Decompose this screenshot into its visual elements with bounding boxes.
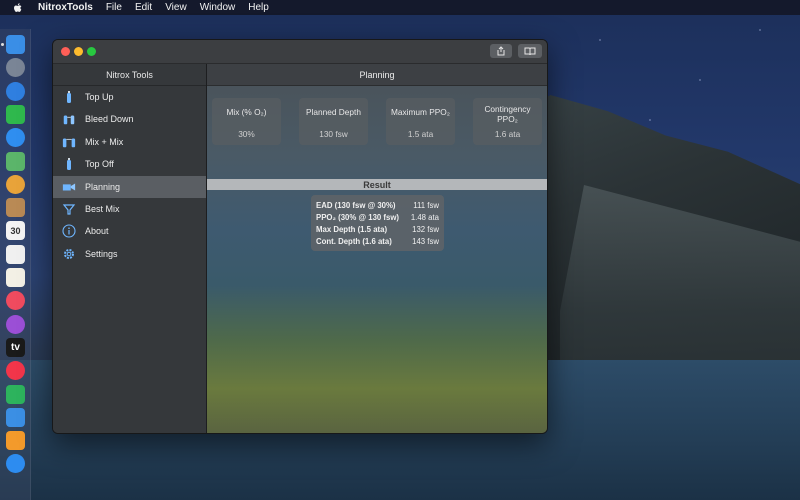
help-book-button[interactable] [518,44,542,58]
contingency-ppo2-label: Contingency PPO₂ [484,104,531,124]
tank-up-icon [62,90,76,104]
tv-label: tv [11,341,20,353]
menu-bar: NitroxTools File Edit View Window Help [0,0,800,15]
sidebar-item-label: Mix + Mix [85,136,124,147]
cont-depth-value: 143 fsw [412,237,439,246]
gear-icon [62,247,76,261]
result-panel: EAD (130 fsw @ 30%) 111 fsw PPO₂ (30% @ … [311,195,444,251]
result-header: Result [207,179,547,190]
news-icon[interactable] [6,361,25,381]
running-indicator [1,43,4,46]
calendar-icon[interactable]: 30 [6,221,25,241]
dock: 30 tv [0,29,31,500]
sidebar-item-bleed-down[interactable]: Bleed Down [53,108,206,130]
planned-depth-label: Planned Depth [306,107,361,117]
app-store-icon[interactable] [6,454,25,474]
planning-pane: Planning Mix (% O₂) 30% Planned Depth 13… [207,64,547,433]
finder-icon[interactable] [6,35,25,54]
sidebar-item-about[interactable]: About [53,220,206,242]
sidebar-item-top-up[interactable]: Top Up [53,86,206,108]
mix-card-value: 30% [238,129,255,139]
messages-icon[interactable] [6,128,25,148]
sidebar-item-label: Bleed Down [85,114,134,125]
menu-window[interactable]: Window [200,2,236,13]
menu-help[interactable]: Help [248,2,269,13]
launchpad-icon[interactable] [6,58,25,78]
sidebar-item-label: Planning [85,181,121,192]
contingency-ppo2-value: 1.6 ata [494,129,521,139]
sidebar-item-planning[interactable]: Planning [53,175,206,198]
minimize-window-button[interactable] [74,47,83,56]
photos-icon[interactable] [6,174,25,194]
info-icon [62,224,76,238]
result-row: Cont. Depth (1.6 ata) 143 fsw [316,237,439,246]
keynote-icon[interactable] [6,407,25,427]
cont-depth-label: Cont. Depth (1.6 ata) [316,237,392,246]
tv-icon[interactable]: tv [6,337,25,357]
planned-depth-card[interactable]: Planned Depth 130 fsw [299,98,368,145]
sidebar-item-settings[interactable]: Settings [53,243,206,265]
result-row: PPO₂ (30% @ 130 fsw) 1.48 ata [316,213,439,222]
apple-menu-icon[interactable] [12,2,24,14]
share-icon [497,46,505,56]
book-icon [524,47,536,56]
numbers-icon[interactable] [6,384,25,404]
result-row: Max Depth (1.5 ata) 132 fsw [316,225,439,234]
contacts-icon[interactable] [6,198,25,218]
menu-view[interactable]: View [165,2,187,13]
maps-icon[interactable] [6,151,25,171]
mix-card-label: Mix (% O₂) [226,107,267,117]
ppo2-label: PPO₂ (30% @ 130 fsw) [316,213,400,222]
max-depth-label: Max Depth (1.5 ata) [316,225,388,234]
tank-top-off-icon [62,157,76,171]
podcasts-icon[interactable] [6,314,25,334]
max-ppo2-value: 1.5 ata [407,129,434,139]
planned-depth-value: 130 fsw [319,129,348,139]
pages-icon[interactable] [6,431,25,451]
best-mix-icon [62,202,76,216]
share-button[interactable] [490,44,512,58]
sidebar: Nitrox Tools Top Up Bleed Down Mix + Mix To… [53,64,207,433]
close-window-button[interactable] [61,47,70,56]
mix-card[interactable]: Mix (% O₂) 30% [212,98,281,145]
result-row: EAD (130 fsw @ 30%) 111 fsw [316,201,439,210]
reminders-icon[interactable] [6,244,25,264]
sidebar-item-label: Top Up [85,92,114,102]
mix-tanks-icon [62,135,76,149]
pane-title: Planning [207,64,547,86]
max-depth-value: 132 fsw [412,225,439,234]
music-icon[interactable] [6,291,25,311]
ppo2-value: 1.48 ata [410,213,439,222]
tank-bleed-icon [62,112,76,126]
facetime-icon[interactable] [6,104,25,124]
nitrox-tools-window: Nitrox Tools Top Up Bleed Down Mix + Mix To… [52,39,548,434]
menu-edit[interactable]: Edit [135,2,152,13]
max-ppo2-label: Maximum PPO₂ [390,107,450,117]
contingency-ppo2-card[interactable]: Contingency PPO₂ 1.6 ata [473,98,542,145]
window-titlebar[interactable] [53,40,547,64]
sidebar-item-best-mix[interactable]: Best Mix [53,198,206,220]
sidebar-item-label: Best Mix [85,204,120,214]
sidebar-item-mix-mix[interactable]: Mix + Mix [53,131,206,153]
max-ppo2-card[interactable]: Maximum PPO₂ 1.5 ata [386,98,455,145]
ead-value: 111 fsw [413,201,439,210]
calendar-label: 30 [10,225,21,236]
planning-icon [62,180,76,194]
menu-file[interactable]: File [106,2,122,13]
sidebar-item-label: Top Off [85,159,114,170]
zoom-window-button[interactable] [87,47,96,56]
menu-app-name[interactable]: NitroxTools [38,2,93,13]
sidebar-item-top-off[interactable]: Top Off [53,153,206,175]
notes-icon[interactable] [6,268,25,287]
sidebar-item-label: About [85,226,109,237]
sidebar-item-label: Settings [85,248,118,259]
sidebar-title: Nitrox Tools [53,64,206,86]
safari-icon[interactable] [6,81,25,101]
ead-label: EAD (130 fsw @ 30%) [316,201,396,210]
